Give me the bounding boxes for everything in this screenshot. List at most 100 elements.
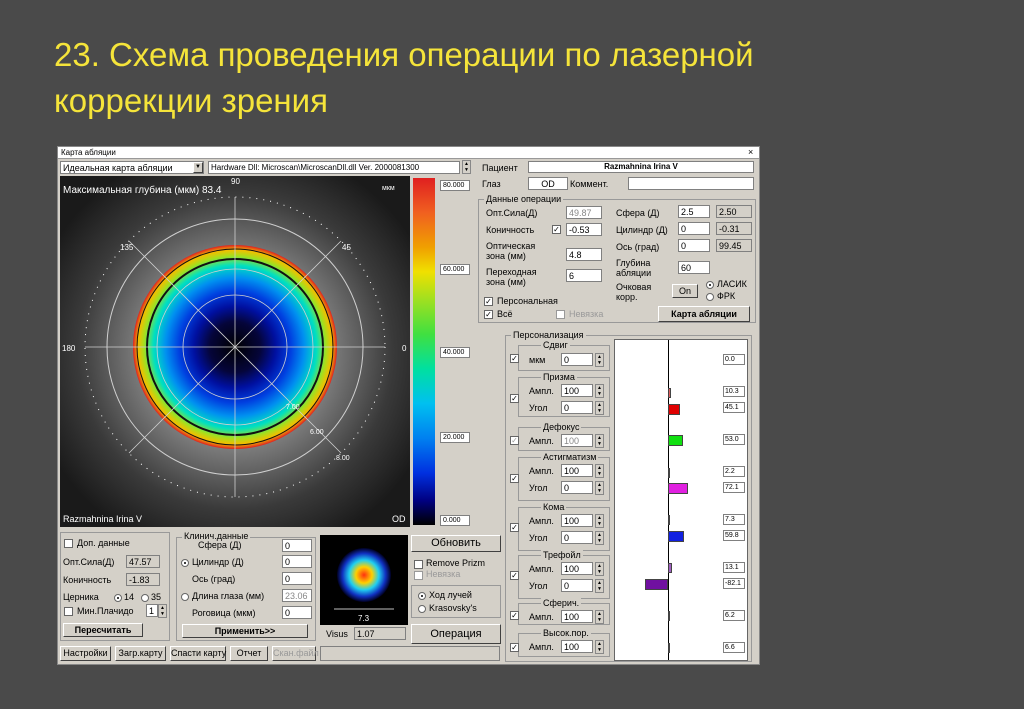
ray-trace-radio[interactable] [418,592,426,600]
scale-80: 80.000 [440,180,470,191]
load-map-button[interactable]: Загр.карту [115,646,166,661]
krasovsky-label: Krasovsky's [429,603,477,613]
pers-amp-label: Ампл. [529,612,554,622]
pers-amp-spin[interactable]: ▲ ▼ [595,464,604,478]
pers-amp-field[interactable]: 100 [561,640,593,653]
cylinder-field[interactable]: 0 [678,222,710,235]
wavefront-preview: 7.3 [320,535,408,625]
pers-group-checkbox[interactable]: ✓ [510,523,519,532]
remove-prizm-checkbox[interactable] [414,560,423,569]
hardware-spin[interactable]: ▲ ▼ [462,160,471,174]
cornea-field[interactable]: 0 [282,606,312,619]
operation-button[interactable]: Операция [411,624,501,644]
placido-spin[interactable]: ▲ ▼ [158,604,167,618]
clinical-cylinder-radio[interactable] [181,559,189,567]
pers-amp-spin[interactable]: ▲ ▼ [595,610,604,624]
pers-angle-spin[interactable]: ▲ ▼ [595,531,604,545]
axis-field[interactable]: 0 [678,239,710,252]
eye-label: Глаз [482,179,501,189]
bottom-misalign-checkbox[interactable] [414,571,423,580]
all-checkbox[interactable]: ✓ [484,310,493,319]
pers-group-checkbox[interactable]: ✓ [510,394,519,403]
chevron-down-icon[interactable]: ▼ [193,162,203,173]
conicity-checkbox[interactable]: ✓ [552,225,561,234]
angle-45: 45 [342,243,351,252]
sphere-field[interactable]: 2.5 [678,205,710,218]
pers-group-checkbox[interactable]: ✓ [510,643,519,652]
patient-label: Пациент [482,163,518,173]
lasik-radio[interactable] [706,281,714,289]
pers-group-checkbox[interactable]: ✓ [510,611,519,620]
pers-amp-field[interactable]: 100 [561,384,593,397]
map-type-select[interactable]: Идеальная карта абляции [60,161,204,174]
pers-amp-spin[interactable]: ▲ ▼ [595,434,604,448]
ablation-map-button[interactable]: Карта абляции [658,306,750,322]
glasses-toggle-button[interactable]: On [672,284,698,298]
pers-angle-spin[interactable]: ▲ ▼ [595,401,604,415]
pers-amp-spin[interactable]: ▲ ▼ [595,384,604,398]
pers-group-checkbox[interactable]: ✓ [510,474,519,483]
recalculate-button[interactable]: Пересчитать [63,623,143,637]
scale-40: 40.000 [440,347,470,358]
placido-field[interactable]: 1 [146,604,158,617]
clinical-cylinder-field[interactable]: 0 [282,555,312,568]
prk-radio[interactable] [706,293,714,301]
pers-amp-spin[interactable]: ▲ ▼ [595,514,604,528]
profile-bar [668,611,670,621]
misalign-checkbox[interactable] [556,310,565,319]
zernike-35-radio[interactable] [141,594,149,602]
pers-angle-spin[interactable]: ▲ ▼ [595,481,604,495]
pers-group-2: Дефокус Ампл. 100 ▲ ▼ [518,422,610,451]
optical-zone-field[interactable]: 4.8 [566,248,602,261]
personal-checkbox[interactable]: ✓ [484,297,493,306]
close-icon[interactable]: × [748,147,753,158]
map-eye-label: OD [392,514,406,524]
pers-shift-spin[interactable]: ▲ ▼ [595,353,604,367]
apply-button[interactable]: Применить>> [182,624,308,638]
pers-amp-field[interactable]: 100 [561,464,593,477]
pers-angle-field[interactable]: 0 [561,481,593,494]
pers-angle-field[interactable]: 0 [561,401,593,414]
optical-zone-label-2: зона (мм) [486,251,526,261]
eye-length-field[interactable]: 23.06 [282,589,312,602]
comment-field[interactable] [628,177,754,190]
pers-amp-field[interactable]: 100 [561,562,593,575]
pers-angle-field[interactable]: 0 [561,579,593,592]
pers-group-checkbox[interactable]: ✓ [510,571,519,580]
ablation-map: Максимальная глубина (мкм) 83.4 мкм 90 4… [60,176,410,527]
update-button[interactable]: Обновить [411,535,501,552]
pers-angle-spin[interactable]: ▲ ▼ [595,579,604,593]
pers-amp-field[interactable]: 100 [561,610,593,623]
profile-chart: 0.0 10.3 45.1 53.0 2.2 72.1 7.3 59.8 13.1 -82.1 6.… [614,339,748,661]
pers-amp-spin[interactable]: ▲ ▼ [595,640,604,654]
opt-power-field[interactable]: 49.87 [566,206,602,219]
pers-group-checkbox[interactable]: ✓ [510,436,519,445]
misalign-label: Невязка [569,309,604,319]
clinical-axis-field[interactable]: 0 [282,572,312,585]
pers-group-checkbox[interactable]: ✓ [510,354,519,363]
clinical-sphere-field[interactable]: 0 [282,539,312,552]
visus-label: Visus [326,629,348,639]
profile-bar [668,404,681,415]
zernike-14-radio[interactable] [114,594,122,602]
pers-amp-field[interactable]: 100 [561,434,593,447]
report-button[interactable]: Отчет [230,646,268,661]
placido-checkbox[interactable] [64,607,73,616]
transition-zone-field[interactable]: 6 [566,269,602,282]
depth-field[interactable]: 60 [678,261,710,274]
pers-angle-field[interactable]: 0 [561,531,593,544]
save-map-button[interactable]: Спасти карту [170,646,226,661]
pers-group-name: Высок.пор. [541,628,591,638]
pers-amp-field[interactable]: 100 [561,514,593,527]
krasovsky-radio[interactable] [418,605,426,613]
pers-shift-field[interactable]: 0 [561,353,593,366]
pers-group-name: Трефойл [541,550,583,560]
extra-data-checkbox[interactable] [64,539,73,548]
bottom-opt-field: 47.57 [126,555,160,568]
eye-length-radio[interactable] [181,593,189,601]
profile-reading: -82.1 [723,578,745,589]
scan-file-button[interactable]: Скан.файл [272,646,319,661]
settings-button[interactable]: Настройки [60,646,111,661]
pers-amp-spin[interactable]: ▲ ▼ [595,562,604,576]
conicity-field[interactable]: -0.53 [566,223,602,236]
